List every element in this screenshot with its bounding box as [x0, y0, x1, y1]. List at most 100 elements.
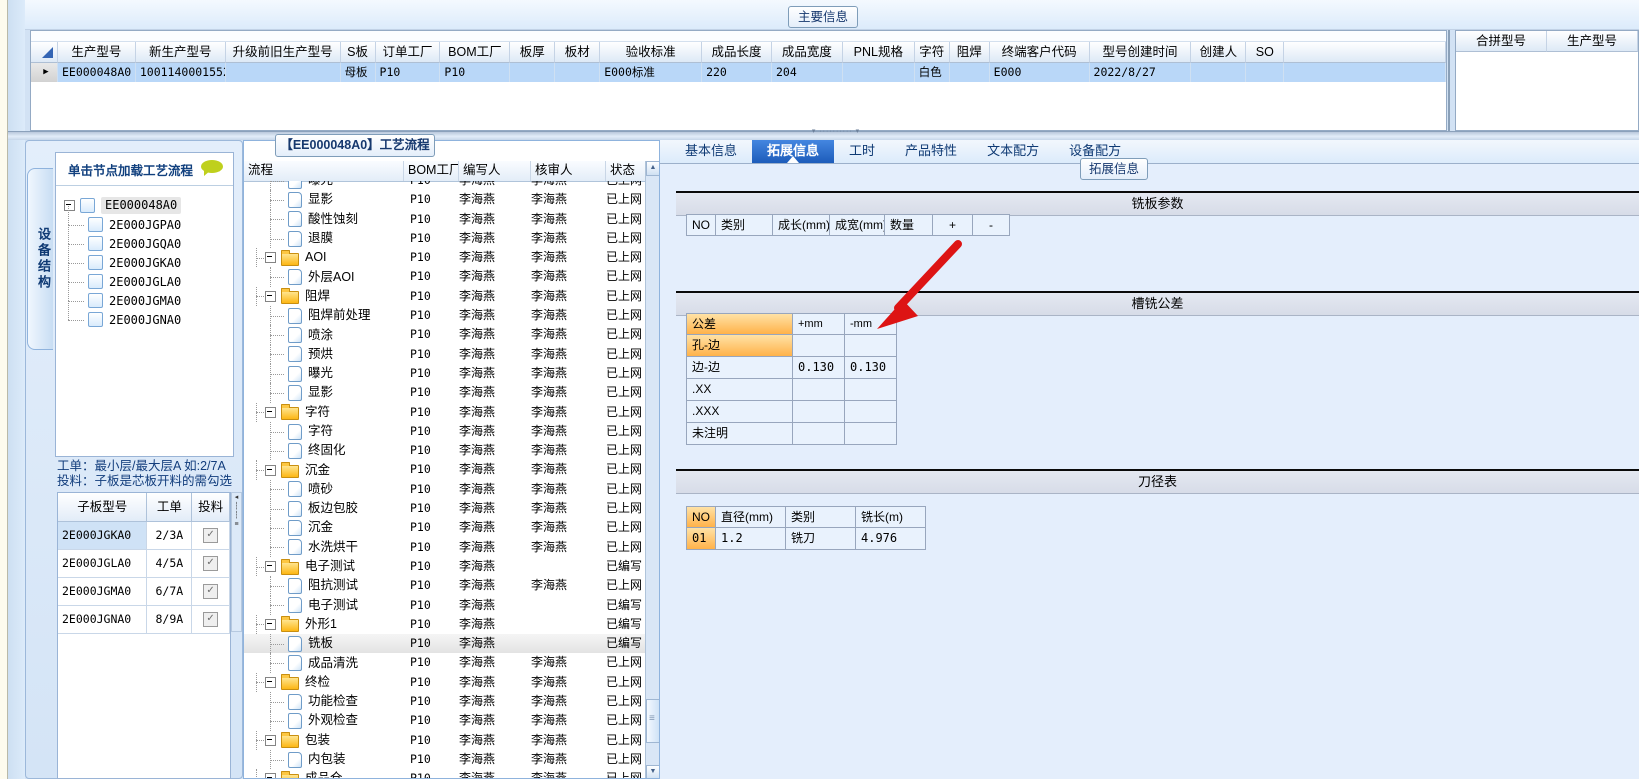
flow-status-cell[interactable]: 已编写 [606, 557, 646, 576]
flow-folder-row[interactable]: 包装 P10 李海燕 李海燕 已上网 [244, 730, 646, 750]
flow-bom-cell[interactable]: P10 [404, 769, 459, 778]
column-header-18[interactable] [1284, 42, 1447, 63]
row-cell-17[interactable] [1246, 63, 1285, 82]
flow-status-cell[interactable]: 已上网 [606, 673, 646, 692]
flow-step-cell[interactable]: 电子测试 [244, 595, 404, 615]
flow-step-cell[interactable]: 外观检查 [244, 711, 404, 731]
flow-writer-cell[interactable]: 李海燕 [459, 538, 531, 557]
flow-step-cell[interactable]: 曝光 [244, 181, 404, 191]
flow-bom-cell[interactable]: P10 [404, 306, 459, 325]
subboard-code-cell[interactable]: 2E000JGKA0 [58, 522, 148, 550]
flow-reviewer-cell[interactable]: 李海燕 [531, 210, 606, 229]
subboard-code-cell[interactable]: 2E000JGNA0 [58, 606, 148, 634]
collapse-icon[interactable] [265, 773, 276, 778]
feed-checkbox[interactable]: ✓ [203, 556, 219, 571]
column-header-13[interactable]: 阻焊 [949, 42, 990, 63]
main-info-tab[interactable]: 主要信息 [788, 6, 858, 28]
flow-step-cell[interactable]: 内包装 [244, 749, 404, 770]
column-header-16[interactable]: 创建人 [1191, 42, 1247, 63]
column-header-6[interactable]: 板厚 [510, 42, 556, 63]
tab-0[interactable]: 基本信息 [670, 140, 752, 163]
flow-bom-cell[interactable]: P10 [404, 364, 459, 383]
flow-step-row[interactable]: 终固化 P10 李海燕 李海燕 已上网 [244, 441, 646, 461]
flow-status-cell[interactable]: 已上网 [606, 181, 646, 190]
flow-status-cell[interactable]: 已上网 [606, 422, 646, 441]
flow-bom-cell[interactable]: P10 [404, 692, 459, 711]
flow-step-cell[interactable]: 外形1 [244, 614, 404, 635]
row-cell-5[interactable]: P10 [440, 63, 511, 82]
node-checkbox[interactable] [88, 217, 103, 232]
flow-writer-cell[interactable]: 李海燕 [459, 615, 531, 634]
flow-status-cell[interactable]: 已上网 [606, 229, 646, 248]
flow-writer-cell[interactable]: 李海燕 [459, 345, 531, 364]
row-cell-11[interactable] [843, 63, 915, 82]
subboard-workorder-cell[interactable]: 8/9A [147, 606, 193, 634]
flow-writer-cell[interactable]: 李海燕 [459, 731, 531, 750]
subboard-workorder-cell[interactable]: 4/5A [147, 550, 193, 578]
flow-bom-cell[interactable]: P10 [404, 750, 459, 769]
flow-writer-cell[interactable]: 李海燕 [459, 750, 531, 769]
node-checkbox[interactable] [88, 255, 103, 270]
row-cell-12[interactable]: 白色 [915, 63, 950, 82]
flow-writer-cell[interactable]: 李海燕 [459, 325, 531, 344]
flow-folder-row[interactable]: 阻焊 P10 李海燕 李海燕 已上网 [244, 286, 646, 307]
flow-reviewer-cell[interactable]: 李海燕 [531, 383, 606, 402]
flow-writer-cell[interactable]: 李海燕 [459, 190, 531, 209]
flow-bom-cell[interactable]: P10 [404, 711, 459, 730]
flow-step-cell[interactable]: 成品仓 [244, 769, 404, 778]
flow-status-cell[interactable]: 已上网 [606, 499, 646, 518]
flow-step-cell[interactable]: AOI [244, 248, 404, 268]
subboard-code-cell[interactable]: 2E000JGMA0 [58, 578, 148, 606]
flow-status-cell[interactable]: 已上网 [606, 576, 646, 595]
flow-bom-cell[interactable]: P10 [404, 731, 459, 750]
flow-reviewer-cell[interactable]: 李海燕 [531, 190, 606, 209]
flow-step-cell[interactable]: 沉金 [244, 518, 404, 538]
feed-checkbox[interactable]: ✓ [203, 528, 219, 543]
flow-writer-cell[interactable]: 李海燕 [459, 460, 531, 479]
flow-writer-cell[interactable]: 李海燕 [459, 422, 531, 441]
flow-reviewer-cell[interactable] [531, 634, 606, 653]
flow-writer-cell[interactable]: 李海燕 [459, 267, 531, 286]
collapse-icon[interactable] [265, 676, 276, 688]
subboard-scrollbar[interactable]: ◂ ┆ ┆ ≡ [231, 492, 242, 632]
tab-3[interactable]: 产品特性 [890, 140, 972, 163]
flow-reviewer-cell[interactable]: 李海燕 [531, 769, 606, 778]
flow-reviewer-cell[interactable]: 李海燕 [531, 499, 606, 518]
row-cell-9[interactable]: 220 [702, 63, 772, 82]
flow-writer-cell[interactable]: 李海燕 [459, 634, 531, 653]
column-header-15[interactable]: 型号创建时间 [1089, 42, 1192, 63]
mini-column-header-0[interactable]: 合拼型号 [1456, 31, 1547, 52]
row-cell-6[interactable] [510, 63, 556, 82]
flow-reviewer-cell[interactable] [531, 596, 606, 615]
flow-reviewer-cell[interactable]: 李海燕 [531, 538, 606, 557]
flow-reviewer-cell[interactable]: 李海燕 [531, 287, 606, 306]
flow-writer-cell[interactable]: 李海燕 [459, 769, 531, 778]
milling-params-header-5[interactable]: + [933, 214, 973, 236]
row-cell-7[interactable] [555, 63, 601, 82]
flow-step-row[interactable]: 显影 P10 李海燕 李海燕 已上网 [244, 190, 646, 210]
tolerance-plus-cell[interactable] [793, 379, 845, 401]
subboard-feed-cell[interactable]: ✓ [192, 578, 230, 606]
flow-bom-cell[interactable]: P10 [404, 422, 459, 441]
node-checkbox[interactable] [88, 236, 103, 251]
row-cell-3[interactable]: 母板 [341, 63, 376, 82]
flow-step-cell[interactable]: 显影 [244, 383, 404, 403]
column-header-14[interactable]: 终端客户代码 [989, 42, 1090, 63]
flow-bom-cell[interactable]: P10 [404, 325, 459, 344]
flow-step-row[interactable]: 沉金 P10 李海燕 李海燕 已上网 [244, 518, 646, 538]
flow-step-row[interactable]: 退膜 P10 李海燕 李海燕 已上网 [244, 228, 646, 249]
flow-writer-cell[interactable]: 李海燕 [459, 557, 531, 576]
row-cell-2[interactable] [226, 63, 341, 82]
row-indicator-icon[interactable]: ▶ [31, 63, 58, 82]
flow-step-row[interactable]: 预烘 P10 李海燕 李海燕 已上网 [244, 344, 646, 364]
flow-step-cell[interactable]: 字符 [244, 402, 404, 422]
tool-type-cell[interactable]: 铣刀 [786, 528, 856, 550]
column-header-1[interactable]: 新生产型号 [135, 42, 226, 63]
flow-status-cell[interactable]: 已上网 [606, 403, 646, 422]
flow-column-header-2[interactable]: 编写人 [459, 161, 531, 181]
flow-step-cell[interactable]: 功能检查 [244, 692, 404, 712]
scroll-down-icon[interactable]: ▼ [646, 765, 659, 778]
column-header-4[interactable]: 订单工厂 [375, 42, 441, 63]
tool-length-cell[interactable]: 4.976 [856, 528, 926, 550]
milling-params-header-6[interactable]: - [973, 214, 1010, 236]
